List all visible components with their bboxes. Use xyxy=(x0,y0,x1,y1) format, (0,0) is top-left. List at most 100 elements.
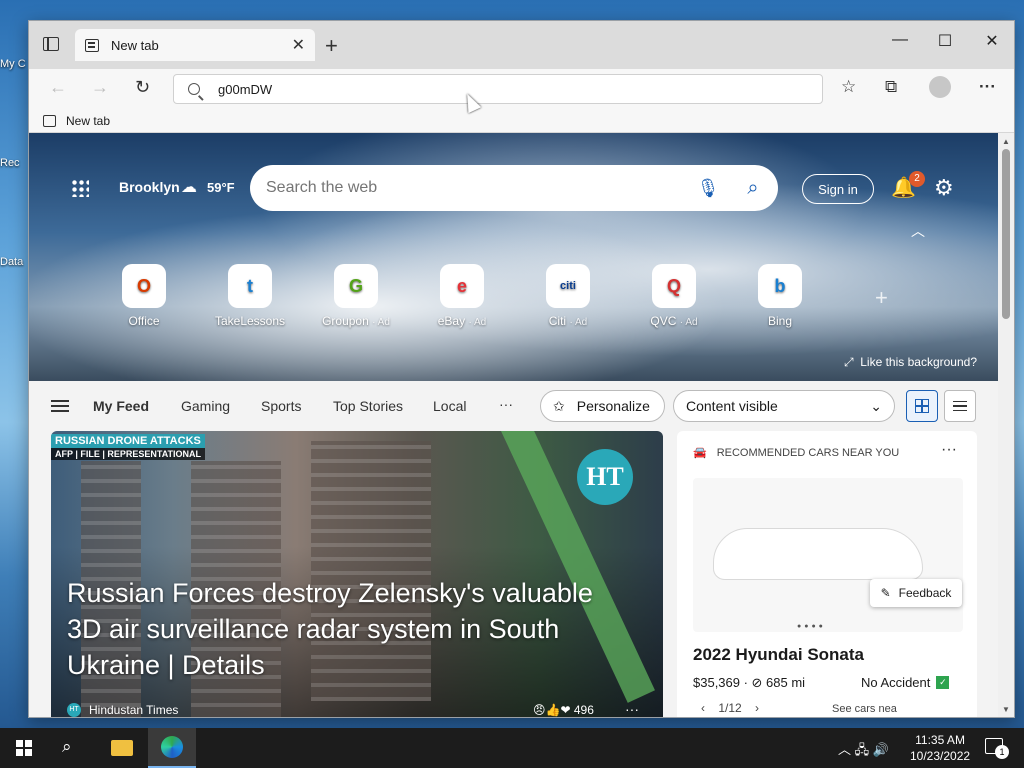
quick-link-citi[interactable]: citi Citi · Ad xyxy=(523,264,613,328)
quick-link-bing[interactable]: b Bing xyxy=(735,264,825,328)
list-view-icon xyxy=(953,401,967,411)
list-view-button[interactable] xyxy=(944,390,976,422)
maximize-button[interactable]: ☐ xyxy=(922,31,968,51)
action-center-count: 1 xyxy=(995,745,1009,759)
new-tab-button[interactable]: + xyxy=(325,33,338,59)
desktop-icon-data[interactable]: Data xyxy=(0,256,30,268)
forward-button[interactable]: → xyxy=(91,77,109,98)
search-submit-icon[interactable]: ⌕ xyxy=(728,177,778,200)
tab-actions-icon[interactable] xyxy=(43,37,59,51)
collapse-chevron-icon[interactable]: ︿ xyxy=(911,221,925,241)
quick-link-groupon[interactable]: G Groupon · Ad xyxy=(311,264,401,328)
accident-label: No Accident xyxy=(861,675,931,690)
prev-page-icon[interactable]: ‹ xyxy=(701,701,705,715)
refresh-button[interactable]: ↻ xyxy=(135,77,150,98)
desktop-icon-my-computer[interactable]: My C xyxy=(0,58,30,70)
menu-hamburger-icon[interactable] xyxy=(51,400,69,412)
scroll-down-icon[interactable]: ▼ xyxy=(1002,705,1010,714)
favorites-star-icon[interactable]: ☆ xyxy=(841,77,856,97)
address-input[interactable]: g00mDW xyxy=(218,82,272,97)
car-body-shape xyxy=(713,528,923,580)
feedback-button[interactable]: ✎ Feedback xyxy=(870,579,962,607)
feedback-icon: ✎ xyxy=(880,586,891,600)
page-scrollbar[interactable]: ▲ ▼ xyxy=(998,133,1014,717)
content-visibility-dropdown[interactable]: Content visible ⌄ xyxy=(673,390,895,422)
bing-icon: b xyxy=(758,264,802,308)
taskbar-edge-button[interactable] xyxy=(148,728,196,768)
quick-link-office[interactable]: O Office xyxy=(99,264,189,328)
feed-area: RUSSIAN DRONE ATTACKS AFP | FILE | REPRE… xyxy=(29,431,999,717)
article-more-icon[interactable]: ··· xyxy=(625,701,639,717)
scroll-up-icon[interactable]: ▲ xyxy=(1002,137,1010,146)
recommended-cars-card[interactable]: 🚘 RECOMMENDED CARS NEAR YOU ··· ●●●● 2022… xyxy=(677,431,977,717)
quick-link-takelessons[interactable]: t TakeLessons xyxy=(205,264,295,328)
taskbar-clock[interactable]: 11:35 AM 10/23/2022 xyxy=(910,732,970,764)
car-image[interactable] xyxy=(693,478,963,632)
pager-label: 1/12 xyxy=(718,701,742,715)
article-reactions[interactable]: 😠👍❤ 496 xyxy=(533,703,594,717)
scrollbar-thumb[interactable] xyxy=(1002,149,1010,319)
desktop-icon-label: Rec xyxy=(0,157,20,169)
tab-new-tab[interactable]: New tab ✕ xyxy=(75,29,315,61)
next-page-icon[interactable]: › xyxy=(755,701,759,715)
quick-link-label: QVC xyxy=(650,314,677,328)
quick-link-label: Office xyxy=(128,314,160,328)
address-bar[interactable]: g00mDW xyxy=(173,74,823,104)
quick-link-label: Citi xyxy=(548,314,567,328)
back-button[interactable]: ← xyxy=(49,77,67,98)
quick-link-qvc[interactable]: Q QVC · Ad xyxy=(629,264,719,328)
sign-in-button[interactable]: Sign in xyxy=(802,174,874,204)
quick-link-label: TakeLessons xyxy=(214,314,286,328)
takelessons-icon: t xyxy=(228,264,272,308)
card-more-icon[interactable]: ··· xyxy=(941,441,957,459)
personalize-button[interactable]: ✩ Personalize xyxy=(540,390,665,422)
weather-temp[interactable]: 59°F xyxy=(207,180,235,195)
profile-avatar[interactable] xyxy=(929,76,951,98)
microphone-icon[interactable]: 🎙 xyxy=(688,178,728,199)
tab-my-feed[interactable]: My Feed xyxy=(93,398,149,414)
apps-grid-icon[interactable] xyxy=(71,179,89,197)
cloud-icon: ☁ xyxy=(181,179,197,196)
file-explorer-icon[interactable] xyxy=(111,740,133,756)
web-search-box[interactable]: 🎙 ⌕ xyxy=(250,165,778,211)
grid-view-button[interactable] xyxy=(906,390,938,422)
article-source[interactable]: HT Hindustan Times xyxy=(67,703,178,717)
collections-icon[interactable]: ⧉ xyxy=(885,77,897,97)
taskbar-search-icon[interactable]: ⌕ xyxy=(62,737,72,757)
see-cars-link[interactable]: See cars nea xyxy=(832,703,897,715)
add-quick-link-icon[interactable]: + xyxy=(875,285,888,311)
article-headline[interactable]: Russian Forces destroy Zelensky's valuab… xyxy=(67,575,627,683)
personalize-star-icon: ✩ xyxy=(553,397,565,414)
car-title[interactable]: 2022 Hyundai Sonata xyxy=(693,645,864,665)
weather-city[interactable]: Brooklyn xyxy=(119,179,180,195)
close-tab-icon[interactable]: ✕ xyxy=(292,35,305,55)
system-tray-icons[interactable]: ︿ 🖧 🔊 xyxy=(838,739,889,763)
close-window-button[interactable]: ✕ xyxy=(969,31,1014,51)
tab-gaming[interactable]: Gaming xyxy=(181,398,230,414)
tab-local[interactable]: Local xyxy=(433,398,466,414)
search-input[interactable] xyxy=(266,179,688,197)
minimize-button[interactable]: — xyxy=(877,31,923,49)
action-center-icon[interactable]: 1 xyxy=(985,738,1009,759)
like-background-link[interactable]: ⤢ Like this background? xyxy=(844,355,977,370)
top-article-card[interactable]: RUSSIAN DRONE ATTACKS AFP | FILE | REPRE… xyxy=(51,431,663,717)
settings-more-icon[interactable]: ··· xyxy=(979,77,996,97)
ebay-icon: e xyxy=(440,264,484,308)
feed-more-icon[interactable]: ··· xyxy=(499,396,513,412)
desktop-icon-recycle-bin[interactable]: Rec xyxy=(0,157,30,169)
like-background-label: Like this background? xyxy=(860,355,977,369)
publisher-logo: HT xyxy=(577,449,633,505)
personalize-label: Personalize xyxy=(576,398,650,414)
card-pager: ‹ 1/12 › xyxy=(701,701,759,715)
card-header: 🚘 RECOMMENDED CARS NEAR YOU xyxy=(693,446,899,460)
start-windows-icon[interactable] xyxy=(16,740,32,756)
tab-sports[interactable]: Sports xyxy=(261,398,301,414)
tab-top-stories[interactable]: Top Stories xyxy=(333,398,403,414)
article-photo-credit: AFP | FILE | REPRESENTATIONAL xyxy=(51,448,206,460)
grid-view-icon xyxy=(915,399,929,413)
carousel-dots: ●●●● xyxy=(797,623,826,630)
car-icon: 🚘 xyxy=(693,447,707,459)
favorites-bar-item[interactable]: New tab xyxy=(66,114,110,128)
page-settings-gear-icon[interactable]: ⚙ xyxy=(934,175,954,201)
quick-link-ebay[interactable]: e eBay · Ad xyxy=(417,264,507,328)
